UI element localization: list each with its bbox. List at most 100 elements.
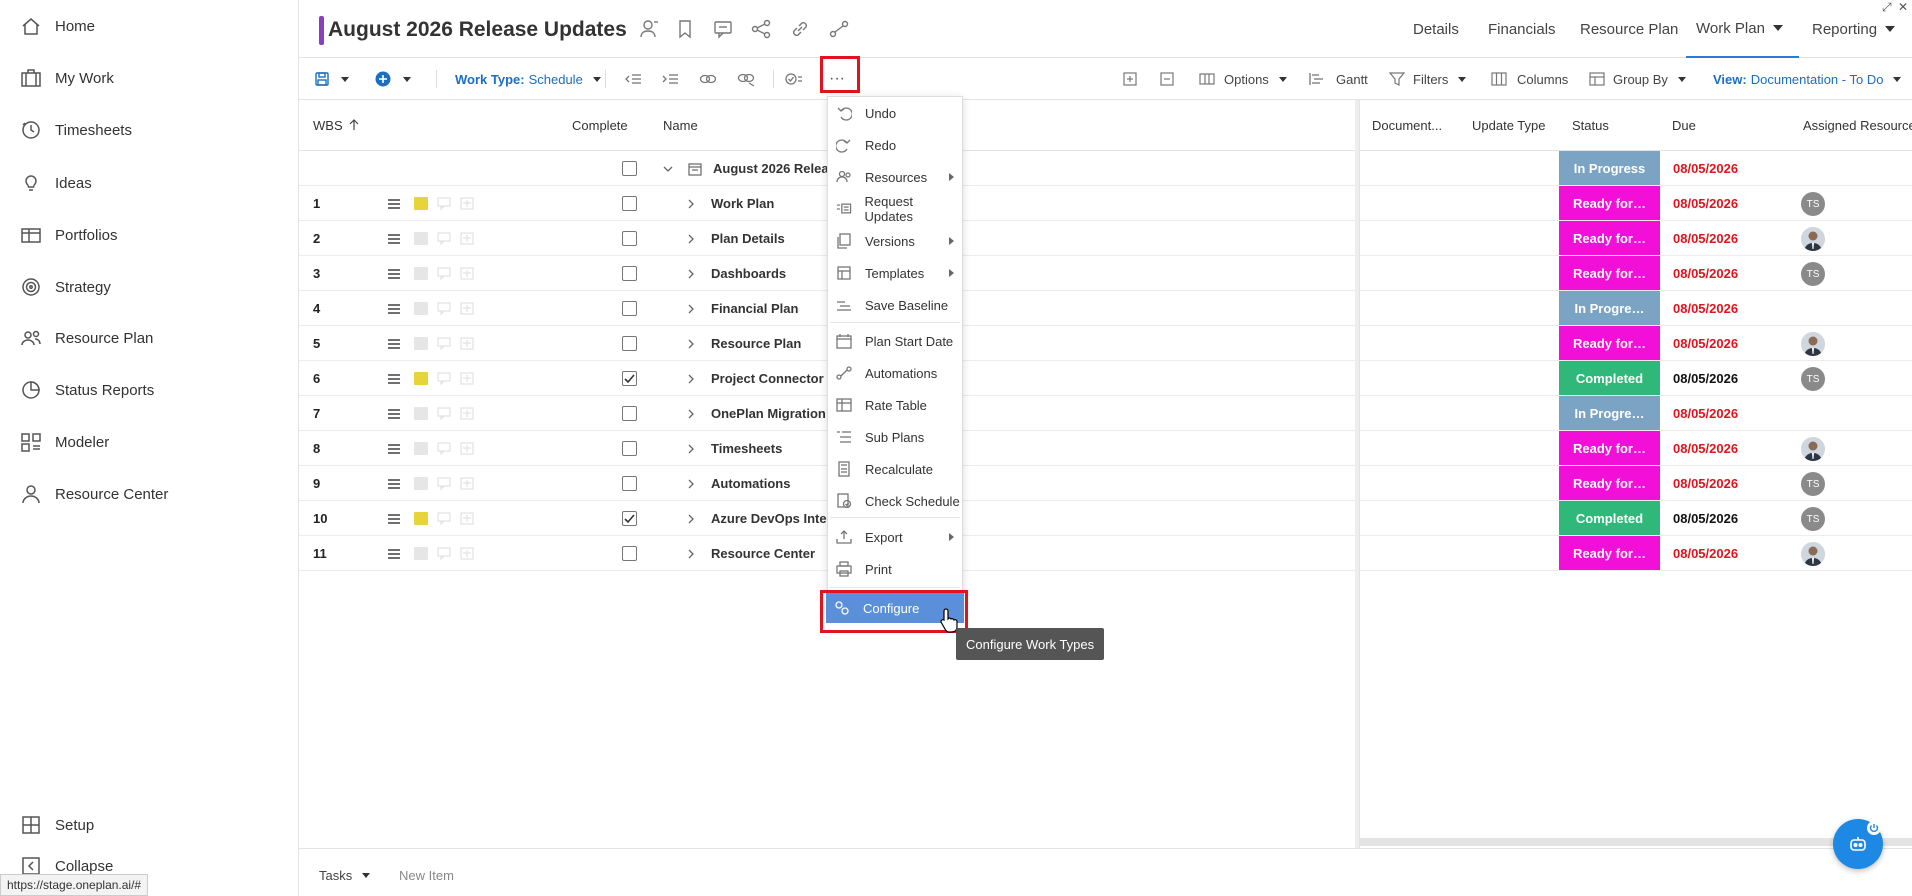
task-name[interactable]: August 2026 Release Updates: [713, 151, 841, 186]
expand-all-button[interactable]: [1122, 67, 1138, 91]
comment-icon[interactable]: [437, 232, 451, 245]
status-badge[interactable]: Ready for…: [1559, 466, 1660, 500]
connector-icon[interactable]: [828, 18, 850, 40]
sidebar-item-setup[interactable]: Setup: [0, 805, 299, 845]
chevron-right-icon[interactable]: [685, 443, 697, 455]
comment-icon[interactable]: [437, 442, 451, 455]
close-icon[interactable]: ✕: [1898, 0, 1908, 14]
comment-icon[interactable]: [712, 18, 734, 40]
column-header-status[interactable]: Status: [1572, 100, 1609, 150]
sticky-note-icon[interactable]: [414, 337, 428, 350]
drag-handle-icon[interactable]: [387, 443, 401, 455]
avatar[interactable]: [1801, 542, 1825, 566]
task-name[interactable]: Plan Details: [711, 221, 831, 256]
menu-item-rate-table[interactable]: Rate Table: [828, 389, 962, 421]
avatar[interactable]: TS: [1801, 262, 1825, 286]
due-date[interactable]: 08/05/2026: [1673, 466, 1738, 501]
task-name[interactable]: Timesheets: [711, 431, 831, 466]
due-date[interactable]: 08/05/2026: [1673, 256, 1738, 291]
gantt-button[interactable]: Gantt: [1308, 67, 1368, 91]
attachment-icon[interactable]: [460, 302, 474, 315]
sticky-note-icon[interactable]: [414, 232, 428, 245]
attachment-icon[interactable]: [460, 267, 474, 280]
drag-handle-icon[interactable]: [387, 373, 401, 385]
drag-handle-icon[interactable]: [387, 548, 401, 560]
menu-item-templates[interactable]: Templates: [828, 257, 962, 289]
chevron-right-icon[interactable]: [685, 233, 697, 245]
sidebar-item-portfolios[interactable]: Portfolios: [0, 215, 299, 255]
drag-handle-icon[interactable]: [387, 268, 401, 280]
due-date[interactable]: 08/05/2026: [1673, 291, 1738, 326]
menu-item-export[interactable]: Export: [828, 521, 962, 553]
columns-button[interactable]: Columns: [1491, 67, 1568, 91]
chevron-right-icon[interactable]: [685, 548, 697, 560]
share-icon[interactable]: [750, 18, 772, 40]
filters-dropdown[interactable]: Filters: [1389, 67, 1467, 91]
task-name[interactable]: Resource Center: [711, 536, 831, 571]
sidebar-item-modeler[interactable]: Modeler: [0, 422, 299, 462]
sticky-note-icon[interactable]: [414, 407, 428, 420]
comment-icon[interactable]: [437, 477, 451, 490]
sidebar-item-strategy[interactable]: Strategy: [0, 267, 299, 307]
status-badge[interactable]: In Progress: [1559, 151, 1660, 185]
tasks-dropdown[interactable]: Tasks: [319, 863, 371, 887]
due-date[interactable]: 08/05/2026: [1673, 361, 1738, 396]
column-header-name[interactable]: Name: [663, 100, 698, 150]
bookmark-icon[interactable]: [674, 18, 696, 40]
attachment-icon[interactable]: [460, 512, 474, 525]
chevron-right-icon[interactable]: [685, 373, 697, 385]
status-badge[interactable]: Ready for…: [1559, 256, 1660, 290]
attachment-icon[interactable]: [460, 407, 474, 420]
chevron-right-icon[interactable]: [685, 303, 697, 315]
tab-work-plan[interactable]: Work Plan: [1686, 0, 1799, 58]
chevron-right-icon[interactable]: [685, 478, 697, 490]
due-date[interactable]: 08/05/2026: [1673, 151, 1738, 186]
sidebar-item-resource-center[interactable]: Resource Center: [0, 474, 299, 514]
due-date[interactable]: 08/05/2026: [1673, 396, 1738, 431]
task-name[interactable]: Financial Plan: [711, 291, 831, 326]
mark-complete-button[interactable]: [785, 67, 803, 91]
status-badge[interactable]: Ready for…: [1559, 431, 1660, 465]
menu-item-save-baseline[interactable]: Save Baseline: [828, 289, 962, 321]
due-date[interactable]: 08/05/2026: [1673, 186, 1738, 221]
sticky-note-icon[interactable]: [414, 302, 428, 315]
column-header-due[interactable]: Due: [1672, 100, 1696, 150]
drag-handle-icon[interactable]: [387, 478, 401, 490]
column-header-assigned[interactable]: Assigned Resource: [1803, 100, 1912, 150]
complete-checkbox[interactable]: [622, 336, 637, 351]
menu-item-versions[interactable]: Versions: [828, 225, 962, 257]
attachment-icon[interactable]: [460, 197, 474, 210]
column-header-complete[interactable]: Complete: [572, 100, 628, 150]
sidebar-item-ideas[interactable]: Ideas: [0, 163, 299, 203]
status-badge[interactable]: In Progre…: [1559, 396, 1660, 430]
chevron-right-icon[interactable]: [685, 198, 697, 210]
complete-checkbox[interactable]: [622, 476, 637, 491]
menu-item-recalculate[interactable]: Recalculate: [828, 453, 962, 485]
drag-handle-icon[interactable]: [387, 198, 401, 210]
horizontal-scrollbar[interactable]: [1360, 838, 1912, 846]
status-badge[interactable]: Completed: [1559, 501, 1660, 535]
tab-financials[interactable]: Financials: [1488, 0, 1556, 58]
comment-icon[interactable]: [437, 302, 451, 315]
complete-checkbox[interactable]: [622, 511, 637, 526]
link-tasks-button[interactable]: [699, 67, 717, 91]
menu-item-request-updates[interactable]: Request Updates: [828, 193, 962, 225]
status-badge[interactable]: Completed: [1559, 361, 1660, 395]
drag-handle-icon[interactable]: [387, 513, 401, 525]
collapse-all-button[interactable]: [1159, 67, 1175, 91]
avatar[interactable]: [1801, 332, 1825, 356]
menu-item-plan-start-date[interactable]: Plan Start Date: [828, 325, 962, 357]
comment-icon[interactable]: [437, 337, 451, 350]
status-badge[interactable]: Ready for…: [1559, 536, 1660, 570]
comment-icon[interactable]: [437, 267, 451, 280]
attachment-icon[interactable]: [460, 477, 474, 490]
task-name[interactable]: Project Connector: [711, 361, 831, 396]
assistant-button[interactable]: [1833, 819, 1883, 869]
task-name[interactable]: Work Plan: [711, 186, 831, 221]
complete-checkbox[interactable]: [622, 406, 637, 421]
indent-button[interactable]: [661, 67, 679, 91]
complete-checkbox[interactable]: [622, 371, 637, 386]
chevron-down-icon[interactable]: [662, 163, 674, 175]
menu-item-print[interactable]: Print: [828, 553, 962, 585]
chevron-right-icon[interactable]: [685, 408, 697, 420]
